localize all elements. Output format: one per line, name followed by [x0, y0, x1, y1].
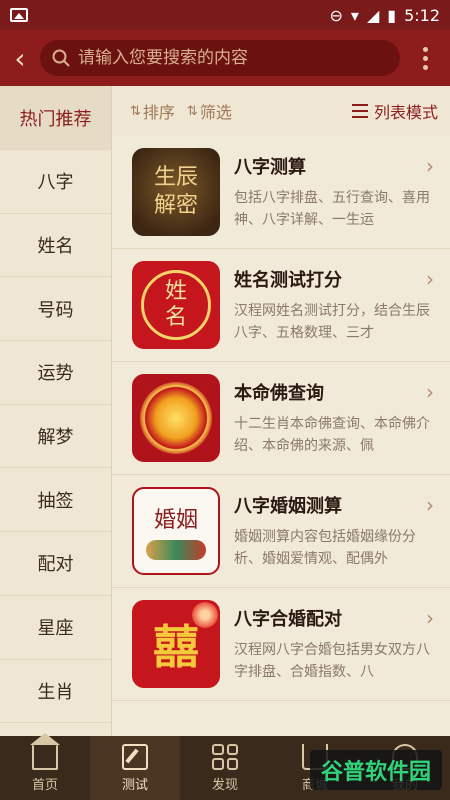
- sort-label: 排序: [142, 103, 175, 122]
- sidebar-item-dream[interactable]: 解梦: [0, 405, 111, 469]
- sidebar-item-fortune[interactable]: 运势: [0, 341, 111, 405]
- battery-icon: ▮: [387, 5, 397, 25]
- nav-label: 测试: [121, 777, 148, 793]
- sidebar-item-number[interactable]: 号码: [0, 277, 111, 342]
- chevron-right-icon: ›: [426, 154, 434, 178]
- list-toolbar: ⇅ 排序 ⇅ 筛选 列表模式: [112, 86, 450, 136]
- list-item[interactable]: 囍 八字合婚配对 汉程网八字合婚包括男女双方八字排盘、合婚指数、八 ›: [112, 588, 450, 701]
- sidebar-item-name[interactable]: 姓名: [0, 214, 111, 278]
- search-box[interactable]: [40, 40, 400, 76]
- dnd-icon: ⊖: [329, 5, 343, 25]
- list-item[interactable]: 本命佛查询 十二生肖本命佛查询、本命佛介绍、本命佛的来源、佩 ›: [112, 362, 450, 475]
- filter-label: 筛选: [199, 103, 232, 122]
- chevron-right-icon: ›: [426, 606, 434, 630]
- grid-icon: [212, 743, 238, 770]
- home-icon: [30, 732, 60, 770]
- thumb-text: 姓名: [164, 279, 187, 330]
- chevron-right-icon: ›: [426, 493, 434, 517]
- signal-icon: ◢: [366, 5, 380, 25]
- item-desc: 汉程网姓名测试打分，结合生辰八字、五格数理、三才: [234, 303, 430, 341]
- item-title: 八字测算: [234, 157, 306, 178]
- category-sidebar: 热门推荐 八字 姓名 号码 运势 解梦 抽签 配对 星座 生肖: [0, 86, 112, 736]
- list-item[interactable]: 生辰解密 八字测算 包括八字排盘、五行查询、喜用神、八字详解、一生运 ›: [112, 136, 450, 249]
- thumb-text: 生辰解密: [153, 165, 198, 218]
- status-bar: ⊖ ▾ ◢ ▮ 5:12: [0, 0, 450, 30]
- filter-button[interactable]: ⇅ 筛选: [187, 99, 232, 123]
- marriage-thumbnail: 婚姻: [132, 487, 220, 575]
- search-icon: [52, 49, 70, 67]
- list-mode-button[interactable]: 列表模式: [351, 99, 438, 123]
- top-bar: ‹: [0, 30, 450, 86]
- name-test-thumbnail: 姓名: [132, 261, 220, 349]
- item-desc: 婚姻测算内容包括婚姻缘份分析、婚姻爱情观、配偶外: [234, 529, 416, 567]
- item-title: 八字合婚配对: [234, 609, 342, 630]
- sidebar-item-constellation[interactable]: 星座: [0, 596, 111, 660]
- list-item[interactable]: 婚姻 八字婚姻测算 婚姻测算内容包括婚姻缘份分析、婚姻爱情观、配偶外 ›: [112, 475, 450, 588]
- item-desc: 十二生肖本命佛查询、本命佛介绍、本命佛的来源、佩: [234, 416, 430, 454]
- list-mode-label: 列表模式: [373, 103, 438, 122]
- sidebar-item-hot[interactable]: 热门推荐: [0, 86, 111, 150]
- item-desc: 包括八字排盘、五行查询、喜用神、八字详解、一生运: [234, 190, 430, 228]
- watermark-logo: 谷普软件园: [310, 750, 442, 790]
- nav-label: 发现: [211, 777, 238, 793]
- filter-icon: ⇅: [186, 103, 198, 119]
- gallery-icon: [10, 8, 28, 22]
- nav-label: 首页: [31, 777, 58, 793]
- back-button[interactable]: ‹: [0, 30, 40, 86]
- sidebar-item-bazi[interactable]: 八字: [0, 150, 111, 214]
- nav-test[interactable]: 测试: [90, 736, 180, 800]
- bazi-thumbnail: 生辰解密: [132, 148, 220, 236]
- sidebar-item-zodiac[interactable]: 生肖: [0, 660, 111, 724]
- sidebar-item-lot[interactable]: 抽签: [0, 468, 111, 533]
- search-input[interactable]: [78, 48, 378, 68]
- nav-discover[interactable]: 发现: [180, 736, 270, 800]
- buddha-thumbnail: [132, 374, 220, 462]
- sidebar-item-match[interactable]: 配对: [0, 532, 111, 596]
- list-item[interactable]: 姓名 姓名测试打分 汉程网姓名测试打分，结合生辰八字、五格数理、三才 ›: [112, 249, 450, 362]
- chevron-right-icon: ›: [426, 380, 434, 404]
- item-title: 本命佛查询: [234, 383, 324, 404]
- chevron-right-icon: ›: [426, 267, 434, 291]
- thumb-text: 婚姻: [153, 508, 198, 533]
- edit-icon: [122, 743, 148, 770]
- sort-button[interactable]: ⇅ 排序: [130, 99, 175, 123]
- more-menu-button[interactable]: [400, 46, 450, 70]
- wifi-icon: ▾: [350, 5, 359, 25]
- item-title: 八字婚姻测算: [234, 496, 342, 517]
- sort-icon: ⇅: [130, 103, 141, 119]
- item-list: 生辰解密 八字测算 包括八字排盘、五行查询、喜用神、八字详解、一生运 › 姓名 …: [112, 136, 450, 736]
- status-time: 5:12: [404, 5, 440, 25]
- item-title: 姓名测试打分: [234, 270, 342, 291]
- chevron-left-icon: ‹: [14, 41, 26, 75]
- double-happiness-thumbnail: 囍: [132, 600, 220, 688]
- item-desc: 汉程网八字合婚包括男女双方八字排盘、合婚指数、八: [234, 642, 430, 680]
- more-dot-icon: [422, 64, 428, 70]
- nav-home[interactable]: 首页: [0, 732, 90, 800]
- more-dot-icon: [422, 55, 428, 61]
- more-dot-icon: [422, 46, 428, 52]
- list-icon: [351, 104, 368, 118]
